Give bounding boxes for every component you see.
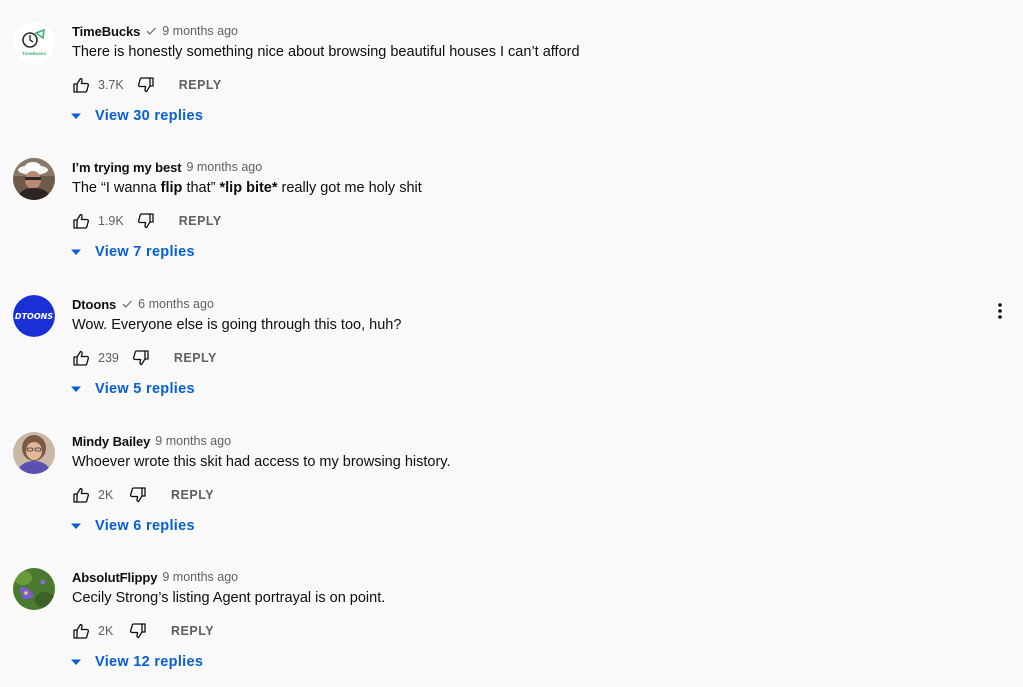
person-photo-avatar[interactable] [13, 158, 55, 200]
view-replies-label: View 12 replies [95, 654, 204, 670]
caret-down-icon [70, 383, 82, 395]
view-replies-button[interactable]: View 5 replies [70, 377, 195, 401]
comment-header: AbsolutFlippy 9 months ago [72, 568, 238, 586]
comment-actions: 2K REPLY [72, 619, 214, 643]
comment-author[interactable]: I’m trying my best [72, 160, 182, 175]
more-vert-icon[interactable] [990, 300, 1010, 324]
thumb-down-icon[interactable] [137, 76, 155, 94]
reply-button[interactable]: REPLY [174, 351, 217, 365]
reply-button[interactable]: REPLY [179, 214, 222, 228]
comment-time[interactable]: 6 months ago [138, 297, 214, 311]
verified-check-icon [121, 298, 133, 310]
comments-section: TimeBucks TimeBucks 9 months ago There i… [0, 0, 1023, 687]
view-replies-label: View 30 replies [95, 108, 204, 124]
comment-header: Mindy Bailey 9 months ago [72, 432, 231, 450]
comment-thread: AbsolutFlippy 9 months ago Cecily Strong… [0, 568, 1023, 687]
person-photo-avatar[interactable] [13, 432, 55, 474]
comment-author[interactable]: TimeBucks [72, 24, 140, 39]
thumb-down-icon[interactable] [132, 349, 150, 367]
caret-down-icon [70, 656, 82, 668]
like-count: 1.9K [98, 214, 124, 228]
like-count: 3.7K [98, 78, 124, 92]
thumb-up-icon[interactable] [72, 212, 90, 230]
caret-down-icon [70, 110, 82, 122]
comment-text: Whoever wrote this skit had access to my… [72, 454, 451, 470]
comment-author[interactable]: AbsolutFlippy [72, 570, 157, 585]
like-count: 2K [98, 624, 114, 638]
thumb-down-icon[interactable] [129, 486, 147, 504]
avatar-logo-text: TimeBucks [22, 51, 46, 56]
reply-button[interactable]: REPLY [171, 488, 214, 502]
reply-button[interactable]: REPLY [171, 624, 214, 638]
comment-text: Cecily Strong’s listing Agent portrayal … [72, 590, 386, 606]
view-replies-button[interactable]: View 6 replies [70, 514, 195, 538]
comment-actions: 3.7K REPLY [72, 73, 222, 97]
view-replies-button[interactable]: View 7 replies [70, 240, 195, 264]
view-replies-label: View 5 replies [95, 381, 195, 397]
comment-time[interactable]: 9 months ago [186, 160, 262, 174]
caret-down-icon [70, 246, 82, 258]
avatar-logo-text: DTOONS [15, 312, 53, 321]
caret-down-icon [70, 520, 82, 532]
thumb-up-icon[interactable] [72, 349, 90, 367]
comment-text: Wow. Everyone else is going through this… [72, 317, 402, 333]
comment-thread: TimeBucks TimeBucks 9 months ago There i… [0, 22, 1023, 158]
thumb-down-icon[interactable] [137, 212, 155, 230]
comment-time[interactable]: 9 months ago [162, 24, 238, 38]
comment-text: The “I wanna flip that” *lip bite* reall… [72, 180, 422, 196]
comment-thread: I’m trying my best 9 months ago The “I w… [0, 158, 1023, 294]
comment-actions: 239 REPLY [72, 346, 217, 370]
comment-text: There is honestly something nice about b… [72, 44, 580, 60]
comment-author[interactable]: Dtoons [72, 297, 116, 312]
comment-header: I’m trying my best 9 months ago [72, 158, 262, 176]
dtoons-logo-avatar[interactable]: DTOONS [13, 295, 55, 337]
comment-header: TimeBucks 9 months ago [72, 22, 238, 40]
verified-check-icon [145, 25, 157, 37]
comment-author[interactable]: Mindy Bailey [72, 434, 150, 449]
reply-button[interactable]: REPLY [179, 78, 222, 92]
view-replies-button[interactable]: View 12 replies [70, 650, 203, 674]
view-replies-label: View 7 replies [95, 244, 195, 260]
comment-thread: DTOONS Dtoons 6 months ago Wow. Everyone… [0, 295, 1023, 431]
comment-actions: 2K REPLY [72, 483, 214, 507]
thumb-up-icon[interactable] [72, 76, 90, 94]
like-count: 2K [98, 488, 114, 502]
comment-time[interactable]: 9 months ago [162, 570, 238, 584]
thumb-down-icon[interactable] [129, 622, 147, 640]
thumb-up-icon[interactable] [72, 622, 90, 640]
view-replies-button[interactable]: View 30 replies [70, 104, 203, 128]
view-replies-label: View 6 replies [95, 518, 195, 534]
like-count: 239 [98, 351, 119, 365]
comment-actions: 1.9K REPLY [72, 209, 222, 233]
flower-photo-avatar[interactable] [13, 568, 55, 610]
comment-thread: Mindy Bailey 9 months ago Whoever wrote … [0, 432, 1023, 568]
comment-time[interactable]: 9 months ago [155, 434, 231, 448]
timebucks-logo-avatar[interactable]: TimeBucks [13, 22, 55, 64]
comment-header: Dtoons 6 months ago [72, 295, 214, 313]
thumb-up-icon[interactable] [72, 486, 90, 504]
